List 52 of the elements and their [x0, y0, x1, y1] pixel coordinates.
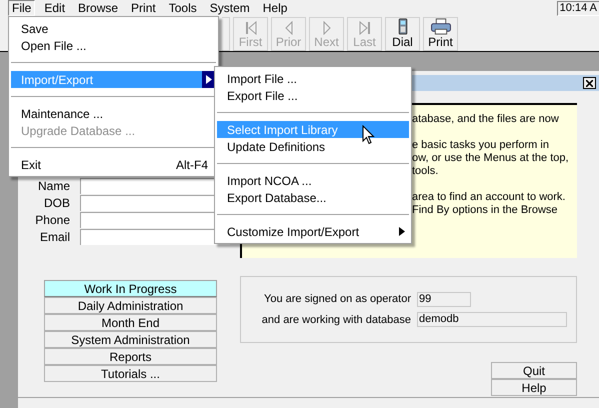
skip-back-icon	[244, 20, 256, 34]
dialog-button[interactable]: Quit	[491, 362, 577, 379]
menu-bar-item[interactable]: Edit	[40, 0, 70, 16]
info-text-line: ow, or use the Menus at the top,	[412, 152, 570, 165]
menu-item[interactable]: Import NCOA ...	[217, 172, 409, 189]
toolbar-grip	[222, 16, 230, 50]
field-label: Phone	[34, 212, 71, 228]
menu-item[interactable]: Exit Alt-F4	[11, 156, 216, 173]
toolbar-button[interactable]: Dial	[385, 16, 420, 50]
info-text-line: tools.	[412, 165, 440, 178]
info-text-line: e basic tasks you perform in	[412, 139, 550, 152]
database-field: demodb	[417, 312, 567, 328]
close-button[interactable]	[583, 77, 596, 89]
info-text-line: atabase, and the files are now	[412, 113, 560, 126]
menu-item[interactable]: Export Database...	[217, 189, 409, 206]
menu-bar-item[interactable]: Print	[127, 0, 160, 16]
nav-button[interactable]: Daily Administration	[44, 297, 217, 314]
operator-field: 99	[417, 292, 471, 307]
triangle-right-icon	[322, 20, 332, 34]
menu-bar-item[interactable]: System	[206, 0, 254, 16]
field-label: DOB	[42, 194, 71, 212]
menu-item[interactable]: Maintenance ...	[11, 105, 216, 122]
menu-bar-item[interactable]: Help	[258, 0, 292, 16]
menu-item[interactable]: Save	[11, 20, 216, 37]
printer-icon	[430, 18, 452, 34]
database-label: and are working with database	[260, 312, 412, 328]
mouse-pointer-icon	[362, 125, 375, 145]
menu-item[interactable]: Import File ...	[217, 70, 409, 87]
menu-bar-item[interactable]: Browse	[74, 0, 122, 16]
nav-button[interactable]: Work In Progress	[44, 280, 217, 297]
nav-button[interactable]: System Administration	[44, 331, 217, 348]
menu-item[interactable]: Export File ...	[217, 87, 409, 104]
nav-button[interactable]: Tutorials ...	[44, 365, 217, 382]
dialog-button[interactable]: Help	[491, 379, 577, 396]
menu-bar-item[interactable]: File	[8, 0, 36, 16]
nav-button[interactable]: Reports	[44, 348, 217, 365]
toolbar-button[interactable]: Print	[423, 16, 458, 50]
shortcut-label: Alt-F4	[176, 156, 209, 174]
menu-bar-item[interactable]: Tools	[164, 0, 201, 16]
close-icon	[586, 80, 593, 86]
nav-button[interactable]: Month End	[44, 314, 217, 331]
info-text-line: Find By options in the Browse	[412, 204, 559, 217]
info-text-line: area to find an account to work.	[412, 191, 566, 204]
menu-item[interactable]: Customize Import/Export	[217, 223, 409, 240]
field-label: Email	[38, 228, 71, 246]
menu-item[interactable]: Open File ...	[11, 37, 216, 54]
skip-forward-icon	[358, 20, 370, 34]
operator-label: You are signed on as operator	[263, 292, 412, 307]
triangle-left-icon	[284, 20, 294, 34]
field-label: Name	[36, 178, 71, 194]
menu-item[interactable]: Update Definitions	[217, 138, 409, 155]
phone-icon	[398, 18, 408, 34]
